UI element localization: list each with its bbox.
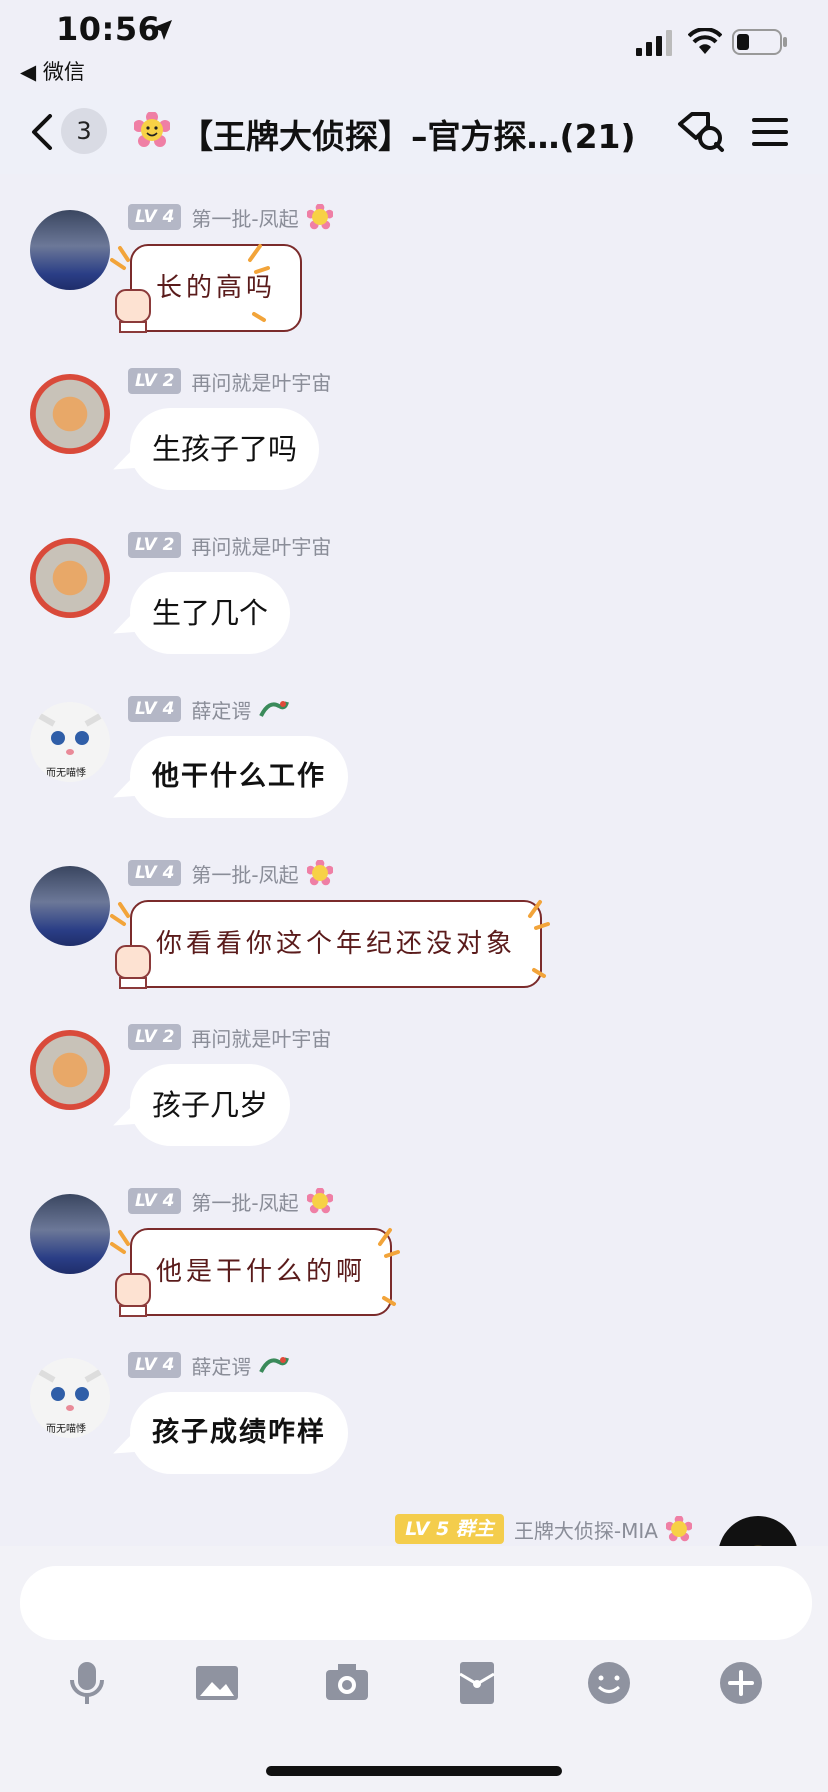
message-input[interactable] bbox=[20, 1566, 812, 1640]
status-bar: 10:56 ◀ 微信 bbox=[0, 0, 828, 90]
message-meta: LV 2 再问就是叶宇宙 bbox=[128, 1022, 331, 1052]
unread-count-badge[interactable]: 3 bbox=[61, 108, 107, 154]
message-meta: LV 2 再问就是叶宇宙 bbox=[128, 530, 331, 560]
avatar[interactable]: 而无喵悸 bbox=[30, 1358, 110, 1438]
sparkle-icon bbox=[110, 244, 270, 322]
message-meta: LV 4 第一批-凤起 bbox=[128, 1186, 333, 1216]
redpacket-icon[interactable] bbox=[452, 1658, 502, 1708]
sender-name[interactable]: 再问就是叶宇宙 bbox=[191, 531, 331, 560]
message-meta: LV 2 再问就是叶宇宙 bbox=[128, 366, 331, 396]
level-badge: LV 4 bbox=[128, 860, 182, 886]
text-bubble[interactable]: 孩子几岁 bbox=[130, 1064, 291, 1146]
home-indicator[interactable] bbox=[266, 1766, 562, 1776]
avatar[interactable] bbox=[30, 866, 110, 946]
flower-emoji-icon bbox=[134, 112, 170, 147]
avatar[interactable] bbox=[30, 538, 110, 618]
message-meta: LV 4 第一批-凤起 bbox=[128, 202, 333, 232]
text-bubble[interactable]: 生了几个 bbox=[130, 572, 291, 654]
level-badge: LV 2 bbox=[128, 368, 182, 394]
sparkle-icon bbox=[110, 1228, 400, 1306]
microphone-icon[interactable] bbox=[62, 1658, 112, 1708]
message-meta: LV 4 第一批-凤起 bbox=[128, 858, 333, 888]
cellular-signal-icon bbox=[636, 30, 672, 56]
avatar[interactable] bbox=[30, 374, 110, 454]
flower-emoji-icon bbox=[666, 1516, 692, 1542]
chat-title: 【王牌大侦探】–官方探…(21) bbox=[180, 117, 636, 156]
chat-header: 3 【王牌大侦探】–官方探…(21) bbox=[0, 90, 828, 174]
dragon-icon bbox=[259, 1357, 290, 1373]
sender-name[interactable]: 第一批-凤起 bbox=[191, 203, 298, 232]
my-message-meta: LV 5 群主 王牌大侦探-MIA bbox=[395, 1514, 692, 1544]
location-arrow-icon bbox=[152, 20, 172, 40]
avatar[interactable] bbox=[30, 1194, 110, 1274]
sender-name[interactable]: 第一批-凤起 bbox=[191, 1187, 298, 1216]
back-to-wechat-link[interactable]: ◀ 微信 bbox=[20, 56, 85, 86]
sender-name[interactable]: 第一批-凤起 bbox=[191, 859, 298, 888]
flower-emoji-icon bbox=[306, 860, 333, 886]
sparkle-icon bbox=[110, 900, 550, 978]
flower-emoji-icon bbox=[306, 1188, 333, 1214]
text-bubble[interactable]: 孩子成绩咋样 bbox=[130, 1392, 348, 1474]
emoji-icon[interactable] bbox=[584, 1658, 634, 1708]
message-list[interactable]: LV 4 第一批-凤起 长的高吗 LV 2 再问就是叶宇宙 生孩子了吗 LV 2… bbox=[0, 174, 828, 1546]
menu-icon[interactable] bbox=[752, 116, 788, 148]
input-area bbox=[0, 1546, 828, 1792]
camera-icon[interactable] bbox=[322, 1658, 372, 1708]
image-icon[interactable] bbox=[192, 1658, 242, 1708]
level-badge: LV 4 bbox=[128, 696, 182, 722]
battery-icon bbox=[732, 29, 787, 55]
avatar[interactable]: 而无喵悸 bbox=[30, 702, 110, 782]
level-badge: LV 4 bbox=[128, 1352, 182, 1378]
flower-emoji-icon bbox=[306, 204, 333, 230]
level-badge: LV 2 bbox=[128, 532, 182, 558]
wifi-icon bbox=[688, 28, 722, 54]
sender-name[interactable]: 王牌大侦探-MIA bbox=[514, 1515, 658, 1544]
level-badge: LV 4 bbox=[128, 1188, 182, 1214]
text-bubble[interactable]: 生孩子了吗 bbox=[130, 408, 320, 490]
level-badge: LV 2 bbox=[128, 1024, 182, 1050]
sender-name[interactable]: 再问就是叶宇宙 bbox=[191, 1023, 331, 1052]
avatar[interactable] bbox=[30, 210, 110, 290]
message-meta: LV 4 薛定谔 bbox=[128, 1350, 290, 1380]
avatar[interactable] bbox=[30, 1030, 110, 1110]
sender-name[interactable]: 薛定谔 bbox=[191, 695, 251, 724]
avatar-caption: 而无喵悸 bbox=[46, 1424, 86, 1435]
link-tag-icon[interactable] bbox=[676, 110, 726, 154]
dragon-icon bbox=[259, 701, 290, 717]
status-time: 10:56 bbox=[56, 10, 161, 48]
plus-icon[interactable] bbox=[716, 1658, 766, 1708]
message-meta: LV 4 薛定谔 bbox=[128, 694, 290, 724]
back-chevron-icon[interactable] bbox=[28, 114, 58, 150]
level-badge: LV 4 bbox=[128, 204, 182, 230]
avatar-caption: 而无喵悸 bbox=[46, 768, 86, 779]
sender-name[interactable]: 薛定谔 bbox=[191, 1351, 251, 1380]
sender-name[interactable]: 再问就是叶宇宙 bbox=[191, 367, 331, 396]
owner-level-badge: LV 5 群主 bbox=[395, 1514, 504, 1544]
text-bubble[interactable]: 他干什么工作 bbox=[130, 736, 348, 818]
